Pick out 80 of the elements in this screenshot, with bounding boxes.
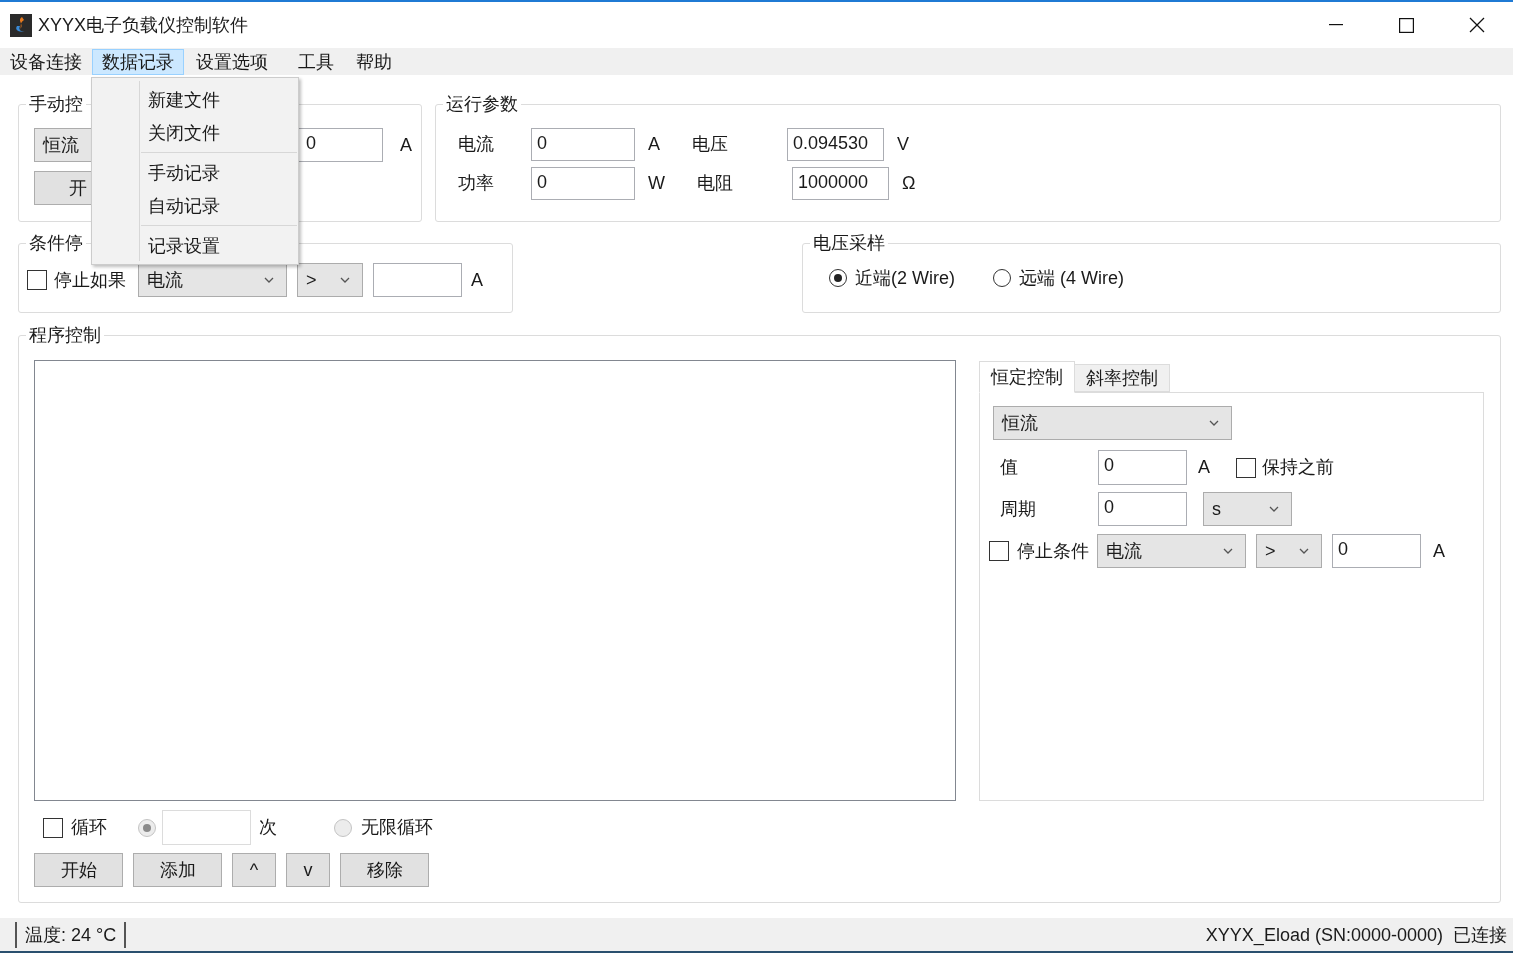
tab[interactable]: 斜率控制 <box>1075 364 1170 392</box>
label: 电阻 <box>697 172 734 195</box>
chevron-icon <box>1223 548 1233 554</box>
dropdown[interactable]: s <box>1203 492 1292 526</box>
label: 保持之前 <box>1262 456 1334 479</box>
chevron-icon <box>1299 548 1309 554</box>
group-title: 手动控 <box>28 93 84 116</box>
label: 无限循环 <box>361 816 433 839</box>
radio-button[interactable] <box>829 269 847 287</box>
unit-label: A <box>648 133 660 156</box>
minimize-icon <box>1329 24 1343 26</box>
move-button[interactable]: v <box>286 853 330 887</box>
radio-button[interactable] <box>993 269 1011 287</box>
label: 停止条件 <box>1017 539 1090 563</box>
label: 远端 (4 Wire) <box>1019 266 1124 290</box>
group-title: 运行参数 <box>445 93 519 116</box>
menu-option[interactable]: 记录设置 <box>140 229 298 262</box>
connection-status: 已连接 <box>1453 925 1507 944</box>
maximize-icon <box>1398 17 1414 33</box>
checkbox[interactable] <box>43 817 63 838</box>
label: 停止如果 <box>54 268 127 292</box>
menu-item[interactable]: 设置选项 <box>186 48 278 75</box>
menu-item[interactable]: 设备连接 <box>0 48 92 75</box>
temperature-status: 温度: 24 °C <box>25 925 117 944</box>
checkbox[interactable] <box>1236 457 1256 478</box>
move-button[interactable]: ^ <box>232 853 276 887</box>
app-logo-icon <box>10 13 32 37</box>
input-field[interactable] <box>162 810 251 845</box>
input-field[interactable]: 1000000 <box>792 167 889 200</box>
menu-item[interactable]: 帮助 <box>346 48 402 75</box>
menu-option[interactable]: 手动记录 <box>140 156 298 189</box>
dropdown[interactable]: 恒流 <box>993 406 1232 440</box>
unit-label: V <box>897 133 910 156</box>
action-button[interactable]: 移除 <box>340 853 429 887</box>
checkbox[interactable] <box>989 541 1009 561</box>
chevron-icon <box>264 277 274 283</box>
group-title: 条件停 <box>28 232 84 255</box>
input-field[interactable]: 0 <box>296 128 383 162</box>
input-field[interactable]: 0 <box>1098 492 1187 526</box>
dropdown[interactable]: 电流 <box>138 263 287 297</box>
unit-label: A <box>400 133 412 157</box>
label: 值 <box>1000 456 1019 479</box>
menu-option[interactable]: 关闭文件 <box>140 116 298 149</box>
label: 电流 <box>458 133 495 156</box>
label: 功率 <box>458 172 495 195</box>
dropdown[interactable]: > <box>1256 534 1322 568</box>
tab[interactable]: 恒定控制 <box>979 361 1075 393</box>
menu-item[interactable]: 数据记录 <box>92 48 184 75</box>
input-field[interactable]: 0 <box>1098 450 1187 485</box>
unit-label: 次 <box>259 816 278 839</box>
input-field[interactable] <box>373 263 462 297</box>
checkbox[interactable] <box>27 270 47 290</box>
dropdown[interactable]: 电流 <box>1097 534 1246 568</box>
close-icon <box>1469 17 1485 33</box>
unit-label: A <box>1198 456 1210 479</box>
unit-label: Ω <box>902 172 916 195</box>
menu-option[interactable]: 新建文件 <box>140 83 298 116</box>
label: 循环 <box>71 816 108 839</box>
label: 近端(2 Wire) <box>855 266 955 290</box>
input-field[interactable]: 0.094530 <box>787 128 884 161</box>
input-field[interactable]: 0 <box>531 167 635 200</box>
action-button[interactable]: 添加 <box>133 853 222 887</box>
input-field[interactable]: 0 <box>1332 534 1421 568</box>
label: 电压 <box>692 133 729 156</box>
unit-label: W <box>648 172 665 195</box>
group-title: 电压采样 <box>812 232 886 255</box>
dropdown[interactable]: > <box>297 263 363 297</box>
chevron-icon <box>1209 420 1219 426</box>
label: 周期 <box>1000 497 1037 521</box>
menu-option[interactable]: 自动记录 <box>140 189 298 222</box>
chevron-icon <box>1269 506 1279 512</box>
menu-item[interactable]: 工具 <box>288 48 344 75</box>
device-status: XYYX_Eload (SN:0000-0000) <box>1205 925 1443 944</box>
action-button[interactable]: 开始 <box>34 853 123 887</box>
input-field[interactable]: 0 <box>531 128 635 161</box>
unit-label: A <box>471 268 483 292</box>
window-title: XYYX电子负载仪控制软件 <box>38 16 249 34</box>
unit-label: A <box>1433 539 1445 563</box>
chevron-icon <box>340 277 350 283</box>
group-title: 程序控制 <box>28 324 102 347</box>
